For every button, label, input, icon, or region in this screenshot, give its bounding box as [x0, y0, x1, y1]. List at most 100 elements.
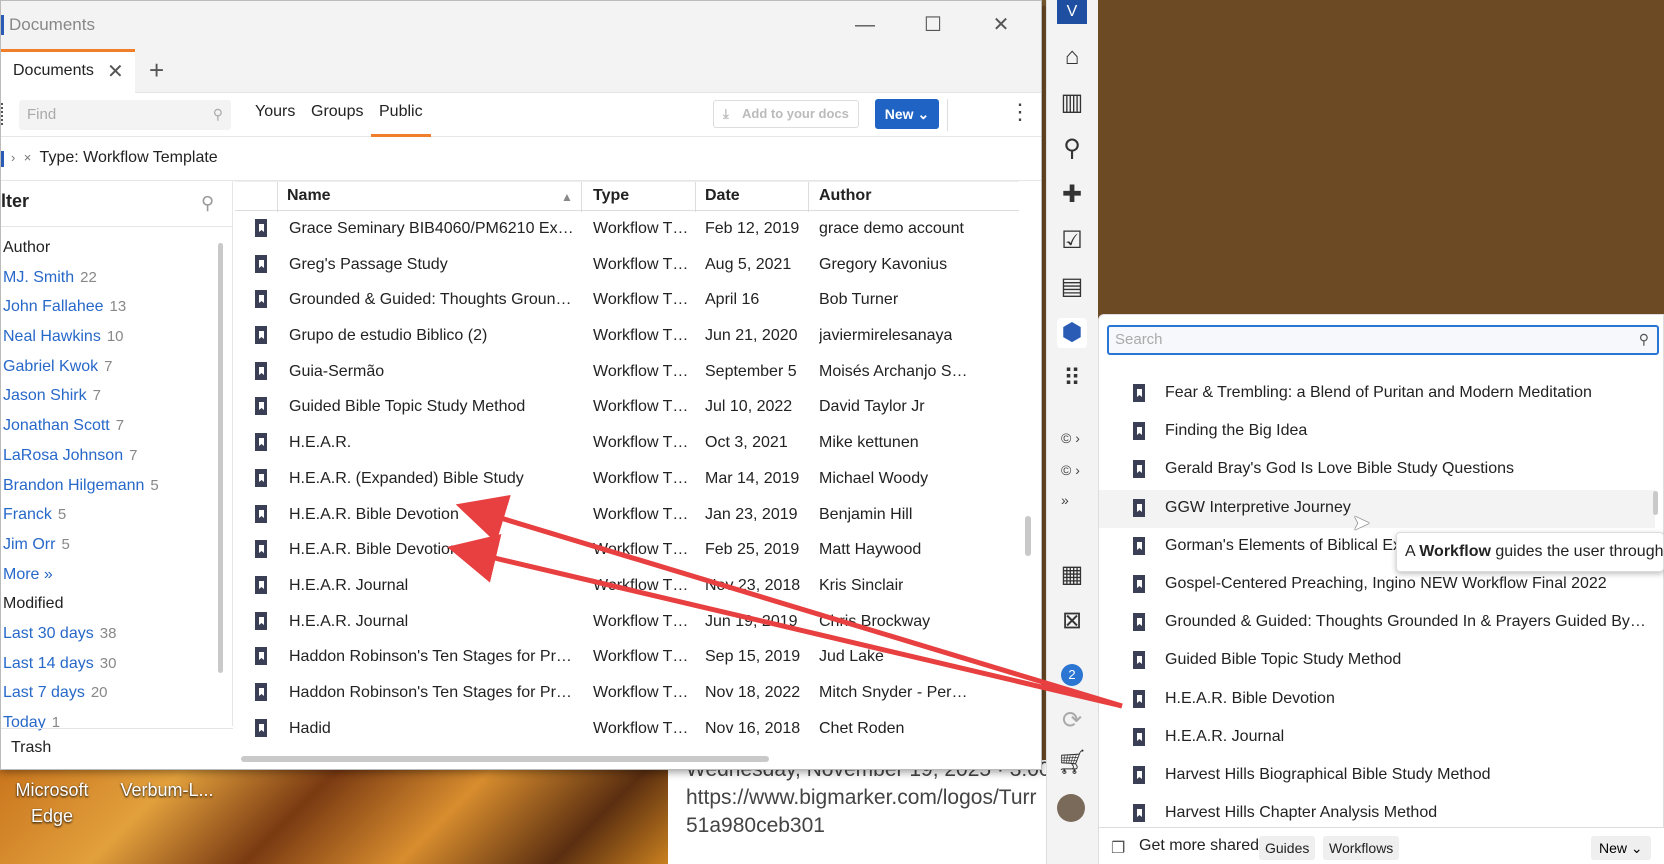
- workflow-item[interactable]: H.E.A.R. Bible Devotion: [1099, 681, 1655, 719]
- workflow-item[interactable]: Gerald Bray's God Is Love Bible Study Qu…: [1099, 451, 1655, 489]
- find-placeholder: Find: [27, 106, 57, 123]
- expand-icon[interactable]: »: [1061, 492, 1069, 508]
- table-row[interactable]: Guided Bible Topic Study Method Workflow …: [235, 389, 1019, 425]
- table-row[interactable]: Grace Seminary BIB4060/PM6210 Exeges… Wor…: [235, 211, 1019, 247]
- filter-scrollbar[interactable]: [218, 243, 223, 673]
- workflow-item[interactable]: GGW Interpretive Journey: [1099, 489, 1655, 528]
- close-window-button[interactable]: ✕: [981, 11, 1021, 39]
- guides-link[interactable]: Guides: [1259, 836, 1316, 860]
- filter-more-link[interactable]: More »: [3, 560, 209, 590]
- notification-badge[interactable]: 2: [1061, 664, 1083, 686]
- find-input[interactable]: Find ⚲: [19, 100, 231, 130]
- filter-header: lter: [1, 191, 30, 211]
- filter-modified-item[interactable]: Last 7 days 20: [3, 678, 209, 708]
- add-tab-button[interactable]: +: [149, 55, 164, 86]
- bible-icon[interactable]: ✚: [1057, 180, 1087, 210]
- tab-public[interactable]: Public: [371, 103, 431, 137]
- table-row[interactable]: Guia-Sermão Workflow T… September 5 Moisés …: [235, 354, 1019, 390]
- desktop-icon-edge[interactable]: Microsoft Edge: [4, 777, 100, 829]
- vertical-scrollbar[interactable]: [1025, 516, 1031, 556]
- table-row[interactable]: H.E.A.R. (Expanded) Bible Study Workflow …: [235, 461, 1019, 497]
- trash-item[interactable]: Trash: [1, 728, 233, 768]
- filter-author-item[interactable]: Neal Hawkins 10: [3, 322, 209, 352]
- tab-groups[interactable]: Groups: [309, 103, 365, 137]
- column-divider: [808, 182, 809, 212]
- copyright-icon-2[interactable]: © ›: [1061, 462, 1080, 478]
- desktop-icon-verbum[interactable]: Verbum-L...: [112, 777, 222, 803]
- workflows-icon[interactable]: ⬢: [1057, 318, 1087, 348]
- document-icon: [253, 647, 269, 666]
- workflow-item[interactable]: Guided Bible Topic Study Method: [1099, 642, 1655, 680]
- table-row[interactable]: Haddon Robinson's Ten Stages for Prepa… W…: [235, 675, 1019, 711]
- table-row[interactable]: H.E.A.R. Bible Devotion Workflow T… Feb 25…: [235, 532, 1019, 568]
- tab-yours[interactable]: Yours: [253, 103, 297, 137]
- apps-grid-icon[interactable]: ⠿: [1057, 364, 1087, 394]
- filter-modified-item[interactable]: Last 30 days 38: [3, 619, 209, 649]
- filter-author-item[interactable]: Jonathan Scott 7: [3, 411, 209, 441]
- table-row[interactable]: H.E.A.R. Journal Workflow T… Jun 19, 2019 C…: [235, 604, 1019, 640]
- more-options-icon[interactable]: ⋮: [1009, 99, 1031, 125]
- filter-author-item[interactable]: Jim Orr 5: [3, 530, 209, 560]
- workflow-scrollbar[interactable]: [1653, 491, 1658, 515]
- verbum-logo-icon[interactable]: V: [1057, 0, 1087, 24]
- maximize-button[interactable]: ☐: [913, 11, 953, 39]
- workflow-item[interactable]: Grounded & Guided: Thoughts Grounded In …: [1099, 604, 1655, 642]
- remove-filter-icon[interactable]: ×: [24, 150, 32, 165]
- column-header-date[interactable]: Date: [705, 187, 740, 205]
- breadcrumb-filter[interactable]: › × Type: Workflow Template: [11, 149, 218, 167]
- table-row[interactable]: Grupo de estudio Biblico (2) Workflow T… J…: [235, 318, 1019, 354]
- copyright-icon[interactable]: © ›: [1061, 430, 1080, 446]
- filter-author-item[interactable]: Jason Shirk 7: [3, 381, 209, 411]
- table-row[interactable]: Haddon Robinson's Ten Stages for Prepa… W…: [235, 639, 1019, 675]
- workflows-link[interactable]: Workflows: [1323, 836, 1400, 860]
- close-panels-icon[interactable]: ⊠: [1057, 606, 1087, 636]
- close-tab-icon[interactable]: ✕: [107, 59, 124, 84]
- filter-author-item[interactable]: John Fallahee 13: [3, 292, 209, 322]
- filter-author-item[interactable]: Brandon Hilgemann 5: [3, 471, 209, 501]
- workflow-item-label: H.E.A.R. Journal: [1165, 727, 1285, 745]
- workflow-item[interactable]: Fear & Trembling: a Blend of Puritan and…: [1099, 375, 1655, 413]
- table-row[interactable]: Hadid Workflow T… Nov 16, 2018 Chet Roden: [235, 711, 1019, 747]
- filter-modified-item[interactable]: Last 14 days 30: [3, 649, 209, 679]
- cell-type: Workflow T…: [593, 612, 689, 630]
- checklist-icon[interactable]: ☑: [1057, 226, 1087, 256]
- drag-handle-icon[interactable]: [1, 103, 6, 125]
- document-icon[interactable]: ▤: [1057, 272, 1087, 302]
- search-icon[interactable]: ⚲: [1057, 134, 1087, 164]
- column-header-type[interactable]: Type: [593, 187, 629, 205]
- filter-author-item[interactable]: Gabriel Kwok 7: [3, 352, 209, 382]
- column-header-name[interactable]: Name: [287, 187, 331, 205]
- tab-documents[interactable]: Documents ✕: [1, 49, 135, 93]
- workflow-new-button[interactable]: New ⌄: [1591, 836, 1651, 860]
- table-row[interactable]: H.E.A.R. Bible Devotion Workflow T… Jan 23…: [235, 497, 1019, 533]
- workflow-item[interactable]: H.E.A.R. Journal: [1099, 719, 1655, 757]
- table-row[interactable]: H.E.A.R. Journal Workflow T… Nov 23, 2018 K…: [235, 568, 1019, 604]
- horizontal-scrollbar[interactable]: [241, 756, 769, 762]
- sync-icon[interactable]: ⟳: [1057, 706, 1087, 736]
- workflow-item[interactable]: Finding the Big Idea: [1099, 413, 1655, 451]
- cart-icon[interactable]: 🛒︎: [1057, 748, 1087, 778]
- table-row[interactable]: H.E.A.R. Workflow T… Oct 3, 2021 Mike kettu…: [235, 425, 1019, 461]
- filter-author-item[interactable]: MJ. Smith 22: [3, 263, 209, 293]
- workflow-search-input[interactable]: Search ⚲: [1107, 325, 1659, 355]
- table-row[interactable]: Grounded & Guided: Thoughts Grounde… Work…: [235, 282, 1019, 318]
- filter-search-icon[interactable]: ⚲: [201, 193, 214, 214]
- filter-author-item[interactable]: Franck 5: [3, 500, 209, 530]
- home-icon[interactable]: ⌂: [1057, 42, 1087, 72]
- workflow-item[interactable]: Harvest Hills Biographical Bible Study M…: [1099, 757, 1655, 795]
- table-row[interactable]: Greg's Passage Study Workflow T… Aug 5, 20…: [235, 247, 1019, 283]
- cell-author: Michael Woody: [819, 469, 929, 487]
- sort-ascending-icon[interactable]: ▲: [561, 190, 573, 204]
- filter-author-item[interactable]: LaRosa Johnson 7: [3, 441, 209, 471]
- library-icon[interactable]: ▥: [1057, 88, 1087, 118]
- workflow-item-label: GGW Interpretive Journey: [1165, 498, 1351, 516]
- add-to-docs-button[interactable]: ⤓ Add to your docs: [713, 100, 859, 128]
- column-header-author[interactable]: Author: [819, 187, 871, 205]
- avatar[interactable]: [1057, 794, 1085, 822]
- minimize-button[interactable]: —: [845, 11, 885, 39]
- workflow-item-label: Gorman's Elements of Biblical Exe: [1165, 536, 1410, 554]
- cell-name: H.E.A.R. Journal: [289, 612, 409, 630]
- cell-name: Haddon Robinson's Ten Stages for Prepa…: [289, 648, 575, 666]
- dashboard-icon[interactable]: ▦: [1057, 560, 1087, 590]
- new-button[interactable]: New ⌄: [875, 99, 939, 129]
